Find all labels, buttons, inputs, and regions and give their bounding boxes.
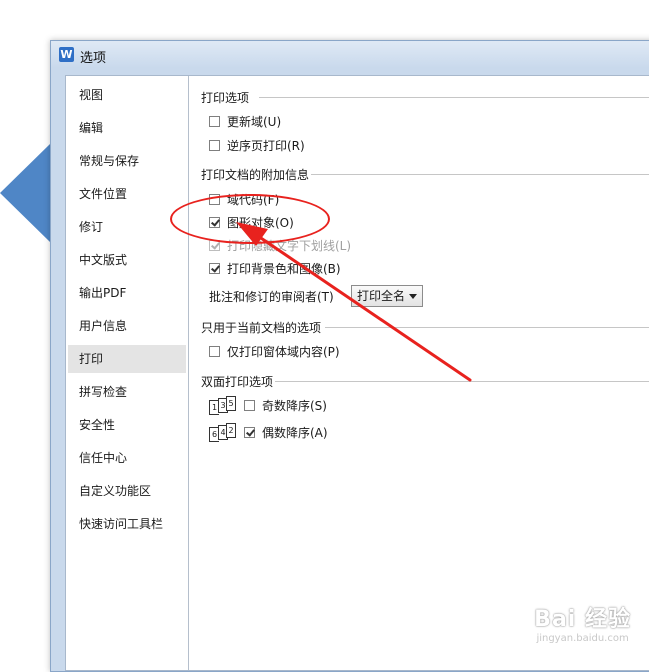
background-checkbox[interactable] [209, 263, 220, 274]
group-divider [275, 381, 649, 382]
window-title: 选项 [80, 51, 107, 66]
even-reverse-label: 偶数降序(A) [262, 426, 328, 440]
baidu-jingyan-watermark: Bai 经验 jingyan.baidu.com [534, 601, 631, 644]
sidebar-item-chinese-layout[interactable]: 中文版式 [68, 246, 186, 274]
options-sidebar: 视图 编辑 常规与保存 文件位置 修订 中文版式 输出PDF 用户信息 打印 拼… [66, 76, 189, 670]
group-divider [325, 327, 649, 328]
decorative-arrow-shape [0, 144, 50, 242]
options-dialog: W 选项 视图 编辑 常规与保存 文件位置 修订 中文版式 输出PDF 用户信息… [50, 40, 649, 672]
sidebar-item-track-changes[interactable]: 修订 [68, 213, 186, 241]
sidebar-item-print[interactable]: 打印 [68, 345, 186, 373]
group-divider [311, 174, 649, 175]
annotation-ellipse [170, 194, 330, 244]
sidebar-item-spell-check[interactable]: 拼写检查 [68, 378, 186, 406]
sidebar-item-security[interactable]: 安全性 [68, 411, 186, 439]
group-divider [259, 97, 649, 98]
dialog-body: 视图 编辑 常规与保存 文件位置 修订 中文版式 输出PDF 用户信息 打印 拼… [65, 75, 649, 671]
watermark-url: jingyan.baidu.com [536, 633, 629, 644]
reverse-order-checkbox[interactable] [209, 140, 220, 151]
sidebar-item-quick-access-toolbar[interactable]: 快速访问工具栏 [68, 510, 186, 538]
sidebar-item-trust-center[interactable]: 信任中心 [68, 444, 186, 472]
group-title-duplex: 双面打印选项 [201, 375, 274, 389]
form-data-only-label: 仅打印窗体域内容(P) [227, 345, 340, 359]
group-title-print-options: 打印选项 [201, 91, 250, 105]
print-options-panel: 打印选项 更新域(U) 逆序页打印(R) 打印文档的附加信息 域代码(F) 图形… [189, 76, 649, 670]
even-reverse-checkbox[interactable] [244, 427, 255, 438]
reviewer-dropdown-value: 打印全名 [357, 289, 406, 303]
sidebar-item-general-save[interactable]: 常规与保存 [68, 147, 186, 175]
group-title-current-doc: 只用于当前文档的选项 [201, 321, 322, 335]
update-fields-checkbox[interactable] [209, 116, 220, 127]
sidebar-item-file-locations[interactable]: 文件位置 [68, 180, 186, 208]
sidebar-item-edit[interactable]: 编辑 [68, 114, 186, 142]
sidebar-item-user-info[interactable]: 用户信息 [68, 312, 186, 340]
form-data-only-checkbox[interactable] [209, 346, 220, 357]
odd-reverse-checkbox[interactable] [244, 400, 255, 411]
wps-writer-icon: W [59, 47, 74, 62]
reverse-order-label: 逆序页打印(R) [227, 139, 305, 153]
reviewer-label: 批注和修订的审阅者(T) [209, 290, 334, 304]
even-pages-icon: 6 4 2 [209, 423, 237, 442]
sidebar-item-export-pdf[interactable]: 输出PDF [68, 279, 186, 307]
reviewer-dropdown[interactable]: 打印全名 [351, 285, 423, 307]
watermark-logo-text: Bai 经验 [534, 607, 631, 632]
chevron-down-icon [409, 294, 417, 299]
sidebar-item-view[interactable]: 视图 [68, 81, 186, 109]
odd-pages-icon: 1 3 5 [209, 396, 237, 415]
sidebar-item-customize-ribbon[interactable]: 自定义功能区 [68, 477, 186, 505]
group-title-additional-info: 打印文档的附加信息 [201, 168, 310, 182]
title-bar[interactable]: W 选项 [51, 41, 649, 68]
background-label: 打印背景色和图像(B) [227, 262, 341, 276]
update-fields-label: 更新域(U) [227, 115, 282, 129]
odd-reverse-label: 奇数降序(S) [262, 399, 327, 413]
